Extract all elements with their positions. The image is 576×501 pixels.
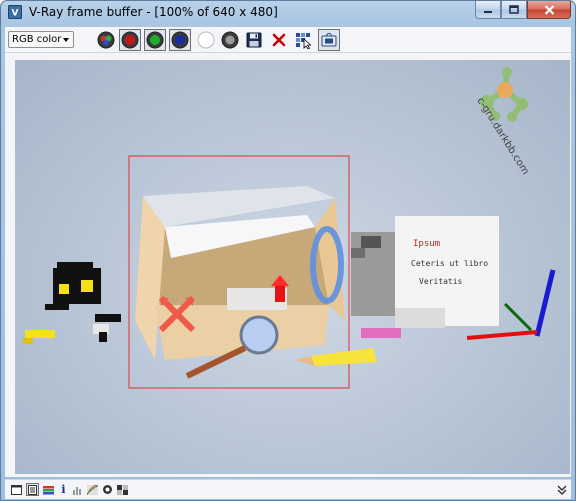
- monochrome-button[interactable]: [219, 29, 241, 51]
- render-scene: c-gru.darkbb.com Ipsum Ceteris ut libro …: [23, 67, 556, 389]
- gray-circle-icon: [221, 31, 239, 49]
- lens-icon[interactable]: [101, 483, 114, 496]
- clear-image-button[interactable]: [268, 29, 290, 51]
- info-icon[interactable]: i: [57, 483, 70, 496]
- caption-buttons: [475, 1, 571, 19]
- title-bar[interactable]: V V-Ray frame buffer - [100% of 640 x 48…: [1, 1, 575, 23]
- track-mouse-button[interactable]: [318, 29, 340, 51]
- expand-icon[interactable]: [555, 483, 568, 496]
- frame-icon[interactable]: [10, 483, 23, 496]
- lut-icon[interactable]: [116, 483, 129, 496]
- watermark-logo: c-gru.darkbb.com: [474, 67, 531, 177]
- history-icon[interactable]: [26, 483, 39, 496]
- svg-text:V: V: [12, 9, 19, 19]
- minimize-button[interactable]: [475, 1, 501, 19]
- red-x-icon: [272, 33, 286, 47]
- window-title: V-Ray frame buffer - [100% of 640 x 480]: [29, 5, 278, 19]
- blue-circle-icon: [171, 31, 189, 49]
- vfb-window: V V-Ray frame buffer - [100% of 640 x 48…: [0, 0, 576, 501]
- paper-text-3: Veritatis: [419, 277, 463, 286]
- red-channel-button[interactable]: [119, 29, 141, 51]
- color-correction-icon[interactable]: [42, 483, 55, 496]
- pixel-character-left: [23, 262, 121, 344]
- maximize-icon: [509, 5, 519, 14]
- close-icon: [544, 4, 554, 15]
- green-circle-icon: [146, 31, 164, 49]
- rgb-circle-icon: [97, 31, 115, 49]
- vray-app-icon: V: [8, 5, 22, 19]
- maximize-button[interactable]: [501, 1, 527, 19]
- duplicate-to-max-vfb-button[interactable]: [293, 29, 315, 51]
- render-region-icon: [321, 33, 337, 47]
- minimize-icon: [484, 10, 492, 13]
- curves-icon[interactable]: [86, 483, 99, 496]
- levels-icon[interactable]: [71, 483, 84, 496]
- channel-select[interactable]: RGB color: [8, 31, 74, 48]
- floppy-disk-icon: [246, 32, 262, 48]
- rendered-image[interactable]: c-gru.darkbb.com Ipsum Ceteris ut libro …: [15, 60, 570, 474]
- chevron-down-icon: [63, 38, 69, 42]
- blue-channel-button[interactable]: [169, 29, 191, 51]
- white-circle-icon: [197, 31, 215, 49]
- red-circle-icon: [121, 31, 139, 49]
- close-button[interactable]: [527, 1, 571, 19]
- paper-text-1: Ipsum: [413, 239, 440, 249]
- pixel-objects-right: Ipsum Ceteris ut libro Veritatis: [351, 216, 499, 338]
- green-channel-button[interactable]: [144, 29, 166, 51]
- vfb-toolbar: RGB color: [5, 27, 571, 53]
- pencil: [295, 348, 377, 366]
- open-box: [135, 186, 345, 379]
- alpha-channel-button[interactable]: [195, 29, 217, 51]
- save-image-button[interactable]: [243, 29, 265, 51]
- vfb-statusbar: i: [5, 479, 571, 499]
- channel-select-value: RGB color: [12, 34, 62, 45]
- rgb-channels-button[interactable]: [95, 29, 117, 51]
- paper-text-2: Ceteris ut libro: [411, 259, 488, 268]
- pixel-cursor-icon: [296, 33, 312, 49]
